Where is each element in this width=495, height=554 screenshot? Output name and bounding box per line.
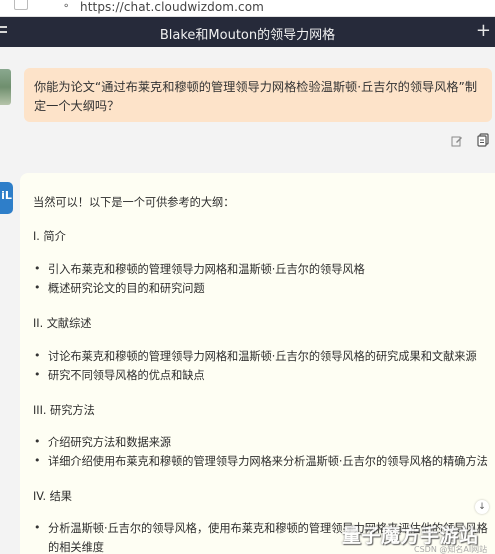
watermark: 量子魔方手游站 CSDN @知名AI网站 (339, 521, 495, 554)
list-item: 详细介绍使用布莱克和穆顿的管理领导力网格来分析温斯顿·丘吉尔的领导风格的精确方法 (48, 455, 488, 468)
bullet-dot: • (34, 368, 41, 381)
section-heading: II. 文献综述 (33, 317, 92, 330)
list-item-continuation: 的相关维度 (48, 541, 104, 554)
scroll-down-button[interactable]: ↓ (475, 500, 489, 514)
url-field[interactable]: https://chat.cloudwizdom.com (80, 0, 264, 14)
new-chat-button[interactable]: + (476, 20, 491, 41)
bullet-dot: • (34, 349, 41, 362)
list-item: 介绍研究方法和数据来源 (48, 436, 172, 449)
section-heading: III. 研究方法 (33, 404, 95, 417)
assistant-avatar-icon: iL (0, 182, 13, 214)
bullet-dot: • (34, 281, 41, 294)
list-item: 引入布莱克和穆顿的管理领导力网格和温斯顿·丘吉尔的领导风格 (48, 263, 365, 276)
chat-title: Blake和Mouton的领导力网格 (159, 28, 336, 43)
browser-address-bar: ⚬ https://chat.cloudwizdom.com (0, 0, 495, 17)
watermark-caption: CSDN @知名AI网站 (414, 545, 488, 554)
edit-icon[interactable] (451, 135, 463, 147)
bullet-dot: • (34, 454, 41, 467)
answer-intro: 当然可以！以下是一个可供参考的大纲： (33, 196, 235, 209)
user-message: 你能为论文“通过布莱克和穆顿的管理领导力网格检验温斯顿·丘吉尔的领导风格”制定一… (24, 68, 492, 122)
list-item: 讨论布莱克和穆顿的管理领导力网格和温斯顿·丘吉尔的领导风格的研究成果和文献来源 (48, 350, 477, 363)
bullet-dot: • (34, 435, 41, 448)
user-avatar (0, 69, 11, 105)
list-item: 概述研究论文的目的和研究问题 (48, 282, 205, 295)
list-item: 研究不同领导风格的优点和缺点 (48, 369, 205, 382)
lock-icon: ⚬ (62, 1, 71, 12)
section-heading: IV. 结果 (33, 490, 72, 503)
bullet-dot: • (34, 521, 41, 534)
chat-header: Blake和Mouton的领导力网格 + (0, 17, 495, 47)
copy-icon[interactable] (477, 133, 489, 147)
section-heading: I. 简介 (33, 230, 66, 243)
user-message-text: 你能为论文“通过布莱克和穆顿的管理领导力网格检验温斯顿·丘吉尔的领导风格”制定一… (34, 80, 478, 113)
bullet-dot: • (34, 262, 41, 275)
tab-strip-edge (14, 0, 28, 10)
assistant-message: 当然可以！以下是一个可供参考的大纲： I. 简介 • 引入布莱克和穆顿的管理领导… (20, 173, 495, 554)
